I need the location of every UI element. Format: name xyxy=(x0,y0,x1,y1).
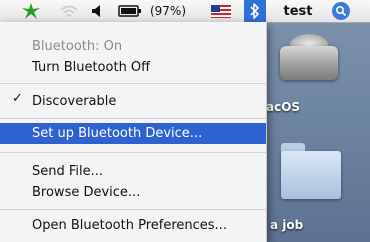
turn-bluetooth-off-item[interactable]: Turn Bluetooth Off xyxy=(0,57,266,78)
send-file-item[interactable]: Send File... xyxy=(0,161,266,182)
menu-separator xyxy=(0,209,266,210)
battery-icon[interactable] xyxy=(116,0,144,22)
hard-drive-label[interactable]: acOS xyxy=(266,100,300,114)
menu-separator xyxy=(0,152,266,153)
folder-label[interactable]: a job xyxy=(270,218,303,232)
checkmark-icon: ✓ xyxy=(12,91,23,106)
browse-device-item[interactable]: Browse Device... xyxy=(0,182,266,203)
volume-icon[interactable] xyxy=(88,0,106,22)
bluetooth-icon[interactable] xyxy=(244,0,266,22)
bluetooth-status: Bluetooth: On xyxy=(32,39,123,54)
discoverable-label: Discoverable xyxy=(32,94,117,109)
menu-separator xyxy=(0,118,266,119)
menu-separator xyxy=(0,83,266,84)
battery-percentage[interactable]: (97%) xyxy=(146,0,190,22)
folder-icon[interactable] xyxy=(281,143,341,199)
wifi-icon[interactable] xyxy=(56,0,82,22)
bluetooth-extra-icon[interactable] xyxy=(18,0,44,22)
user-name[interactable]: test xyxy=(278,0,318,22)
bluetooth-menu: Bluetooth: On Turn Bluetooth Off ✓ Disco… xyxy=(0,22,267,242)
set-up-bluetooth-device-item[interactable]: Set up Bluetooth Device... xyxy=(0,123,266,144)
spotlight-icon[interactable] xyxy=(328,0,354,22)
us-flag-icon[interactable] xyxy=(208,0,234,22)
discoverable-item[interactable]: ✓ Discoverable xyxy=(0,91,266,112)
open-bluetooth-preferences-item[interactable]: Open Bluetooth Preferences... xyxy=(0,215,266,236)
hard-drive-icon[interactable] xyxy=(280,34,338,88)
menu-bar: (97%) test xyxy=(0,0,370,23)
